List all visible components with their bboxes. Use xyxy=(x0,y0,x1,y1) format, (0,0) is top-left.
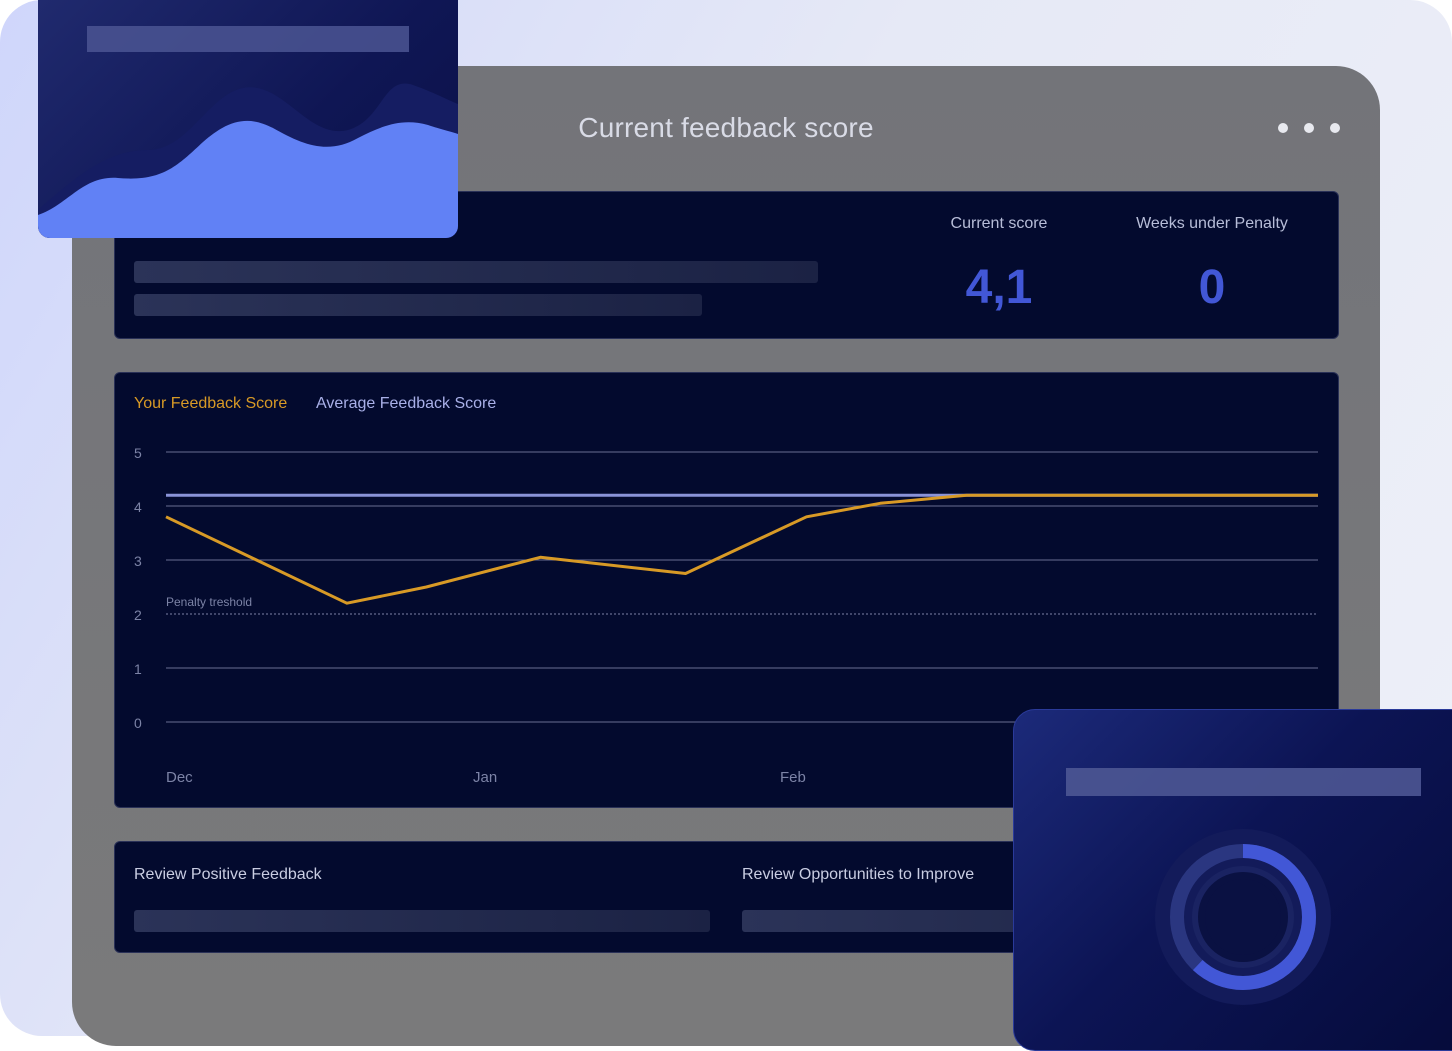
donut-chart xyxy=(1155,829,1331,1005)
y-tick-label: 3 xyxy=(134,553,142,569)
x-tick-label: Jan xyxy=(473,769,498,786)
area-chart-card xyxy=(38,0,458,238)
more-options-icon[interactable] xyxy=(1278,123,1340,133)
y-tick-label: 1 xyxy=(134,661,142,677)
current-score-value: 4,1 xyxy=(965,261,1033,314)
y-tick-label: 2 xyxy=(134,607,142,623)
area-chart-graphic xyxy=(38,83,458,238)
donut-card xyxy=(1013,709,1452,1051)
y-tick-label: 4 xyxy=(134,499,142,515)
x-tick-label: Dec xyxy=(166,769,193,786)
placeholder-bar xyxy=(134,261,818,283)
current-score-label: Current score xyxy=(950,215,1048,232)
review-positive-label[interactable]: Review Positive Feedback xyxy=(134,866,322,884)
y-tick-label: 5 xyxy=(134,445,142,461)
dot-icon xyxy=(1304,123,1314,133)
dot-icon xyxy=(1330,123,1340,133)
y-tick-label: 0 xyxy=(134,715,142,731)
weeks-penalty-label: Weeks under Penalty xyxy=(1136,215,1288,232)
legend-your-score[interactable]: Your Feedback Score xyxy=(134,395,287,413)
x-tick-label: Feb xyxy=(780,769,806,786)
legend-average-score[interactable]: Average Feedback Score xyxy=(316,395,496,413)
dot-icon xyxy=(1278,123,1288,133)
review-positive-bar xyxy=(134,910,710,932)
weeks-penalty-value: 0 xyxy=(1198,261,1226,314)
front-area xyxy=(38,120,458,238)
review-opportunities-label[interactable]: Review Opportunities to Improve xyxy=(742,866,974,884)
placeholder-bar xyxy=(134,294,702,316)
